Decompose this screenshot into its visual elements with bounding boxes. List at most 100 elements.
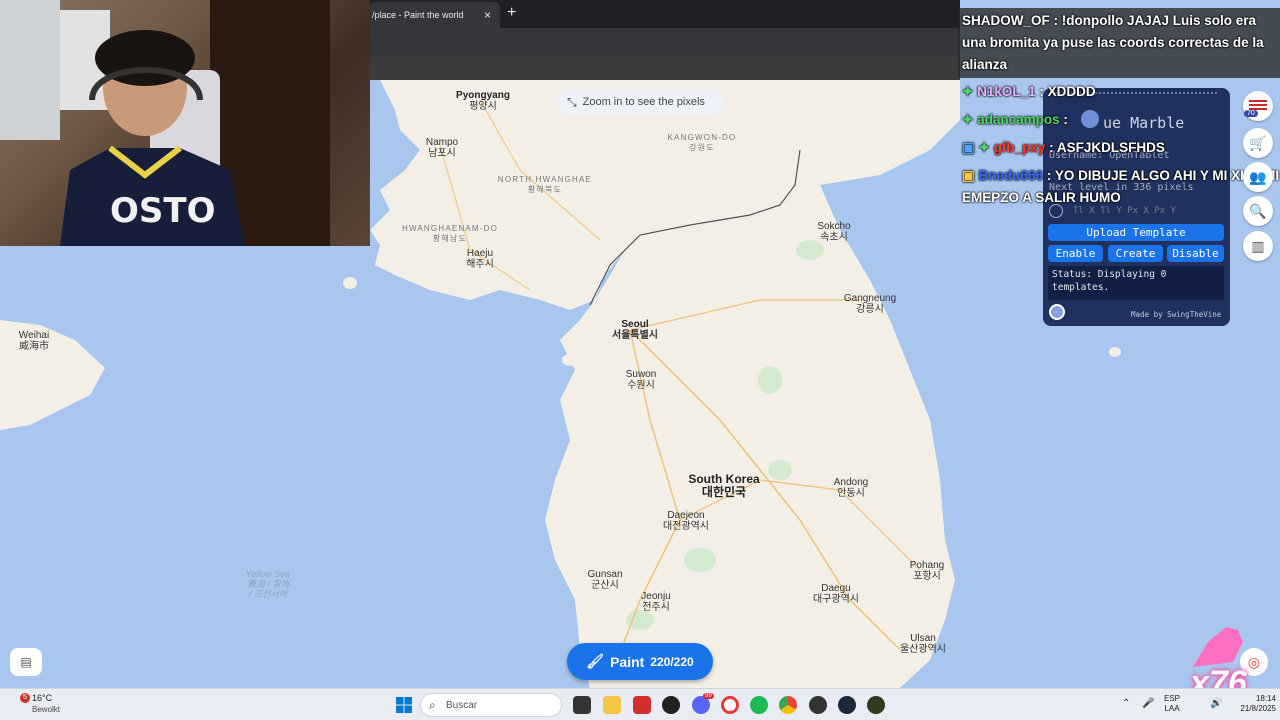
app-green-icon[interactable] (867, 696, 885, 714)
region-name: NORTH HWANGHAE (497, 175, 593, 184)
chat-text: : XDDDD (1039, 84, 1096, 99)
chrome-icon[interactable] (779, 696, 797, 714)
city-name: Ulsan (910, 633, 936, 644)
upload-template-button[interactable]: Upload Template (1048, 224, 1224, 241)
city-weihai: Weihai 威海市 (19, 330, 49, 352)
volume-icon[interactable]: 🔊 (1210, 699, 1222, 709)
windows-taskbar: 5 16°C Bewolkt ⌕ Buscar 99 ⌃ 🎤 ESP LAA 🔊… (0, 688, 1280, 720)
sea-name: Yellow Sea (245, 569, 291, 579)
opera-icon[interactable] (721, 696, 739, 714)
city-name-ko: 강릉시 (856, 304, 884, 315)
city-name-ko: 서울특별시 (612, 330, 658, 341)
shop-button[interactable]: 🛒 (1243, 128, 1273, 158)
taskbar-search[interactable]: ⌕ Buscar (420, 693, 562, 717)
clock-time: 18:14 (1255, 694, 1276, 703)
alliance-button[interactable]: 👥 (1243, 162, 1273, 192)
app-red-icon[interactable] (633, 696, 651, 714)
sea-label: Yellow Sea 黃海 / 황해 / 조선서해 (246, 569, 291, 599)
chat-message: ✦ N1kOL_1 : XDDDD (958, 81, 1280, 103)
paint-count: 220/220 (650, 654, 694, 669)
city-name-ko: 대전광역시 (663, 521, 709, 532)
svg-text:OSTO: OSTO (110, 191, 216, 231)
city-name: Suwon (625, 369, 657, 380)
language-indicator[interactable]: ESP LAA (1164, 694, 1180, 714)
chat-text: : ASFJKDLSFHDS (1049, 140, 1165, 155)
obs-icon[interactable] (662, 696, 680, 714)
city-name: Seoul (621, 319, 649, 330)
enable-button[interactable]: Enable (1048, 245, 1103, 262)
windows-start-icon[interactable] (396, 697, 412, 713)
target-icon: ◎ (1247, 653, 1261, 670)
city-suwon: Suwon 수원시 (626, 369, 657, 391)
search-icon: 🔍 (1249, 202, 1267, 219)
zoom-hint-text: Zoom in to see the pixels (582, 96, 705, 108)
search-placeholder: Buscar (446, 700, 478, 711)
chat-badge-icon: ✦ (962, 112, 974, 127)
spotify-icon[interactable] (750, 696, 768, 714)
disable-button[interactable]: Disable (1167, 245, 1224, 262)
lang-line-1: ESP (1164, 694, 1181, 703)
chat-message: SHADOW_OF : !donpollo JAJAJ Luis solo er… (958, 8, 1280, 78)
app-dark-icon[interactable] (809, 696, 827, 714)
tab-close-icon[interactable]: × (484, 8, 491, 22)
region-kangwon: KANGWON-DO 강원도 (668, 133, 737, 153)
browser-tab[interactable]: /place - Paint the world × (370, 2, 500, 28)
clock[interactable]: 18:14 21/8/2025 (1230, 694, 1276, 714)
leaderboard-button[interactable]: ▥ (1243, 231, 1273, 261)
browser-tab-bar: /place - Paint the world × + (370, 0, 960, 28)
chat-message: ▣ Bnedu666 : YO DIBUJE ALGO AHI Y MI XIA… (958, 165, 1280, 209)
city-sokcho: Sokcho 속초시 (817, 221, 850, 243)
system-tray: ⌃ 🎤 ESP LAA 🔊 18:14 21/8/2025 (1120, 689, 1280, 720)
chat-message: ✦ adancampos : (958, 109, 1280, 131)
cart-icon: 🛒 (1249, 134, 1267, 151)
country-label: South Korea 대한민국 (688, 473, 759, 499)
city-seoul: Seoul 서울특별시 (612, 319, 658, 341)
city-pohang: Pohang 포항시 (910, 560, 944, 582)
city-name: Pohang (909, 560, 945, 571)
city-name: Daejeon (667, 510, 705, 521)
city-pyongyang: Pyongyang 평양시 (456, 90, 510, 112)
city-name-ko: 해주시 (466, 259, 494, 270)
zoom-icon: ⤡ (567, 94, 577, 109)
new-tab-icon[interactable]: + (507, 4, 516, 22)
paint-button[interactable]: 🖌 Paint 220/220 (567, 643, 713, 680)
tray-chevron-icon[interactable]: ⌃ (1122, 699, 1130, 709)
bm-footer-icon[interactable] (1049, 304, 1065, 320)
webcam-overlay: OSTO (0, 0, 370, 246)
city-name-ko: 안동시 (837, 488, 865, 499)
search-icon: ⌕ (429, 698, 436, 712)
lang-line-2: LAA (1164, 704, 1180, 713)
city-name: Nampo (425, 137, 459, 148)
chat-badge-icon: ✦ (962, 84, 974, 99)
city-name: Gangneung (843, 293, 897, 304)
weather-widget[interactable]: 5 16°C Bewolkt (14, 693, 60, 715)
info-button[interactable]: ▤ (10, 648, 42, 676)
mic-icon[interactable]: 🎤 (1142, 699, 1154, 709)
city-gunsan: Gunsan 군산시 (587, 569, 622, 591)
city-name-ko: 군산시 (591, 580, 619, 591)
city-jeonju: Jeonju 전주시 (641, 591, 670, 613)
weather-condition: Bewolkt (32, 705, 61, 714)
search-button[interactable]: 🔍 (1243, 196, 1273, 226)
city-name: Weihai (18, 330, 50, 341)
city-ulsan: Ulsan 울산광역시 (900, 633, 946, 655)
region-name-ko: 황해남도 (432, 234, 468, 243)
city-name-ko: 수원시 (627, 380, 655, 391)
task-view-icon[interactable] (573, 696, 591, 714)
city-daegu: Daegu 대구광역시 (813, 583, 859, 605)
city-name-ko: 威海市 (18, 341, 49, 352)
zoom-hint: ⤡ Zoom in to see the pixels (557, 89, 725, 115)
city-name: Andong (833, 477, 869, 488)
city-name: Daegu (821, 583, 851, 594)
city-nampo: Nampo 남포시 (426, 137, 458, 159)
sea-name-2: 黃海 / 황해 (246, 579, 290, 589)
browser-toolbar (370, 28, 960, 56)
city-name: Pyongyang (456, 90, 510, 101)
file-explorer-icon[interactable] (603, 696, 621, 714)
steam-icon[interactable] (838, 696, 856, 714)
create-button[interactable]: Create (1108, 245, 1163, 262)
brush-icon: 🖌 (586, 653, 605, 669)
chat-username: adancampos (977, 112, 1060, 127)
city-name-ko: 대구광역시 (813, 594, 859, 605)
city-name: Haeju (466, 248, 494, 259)
